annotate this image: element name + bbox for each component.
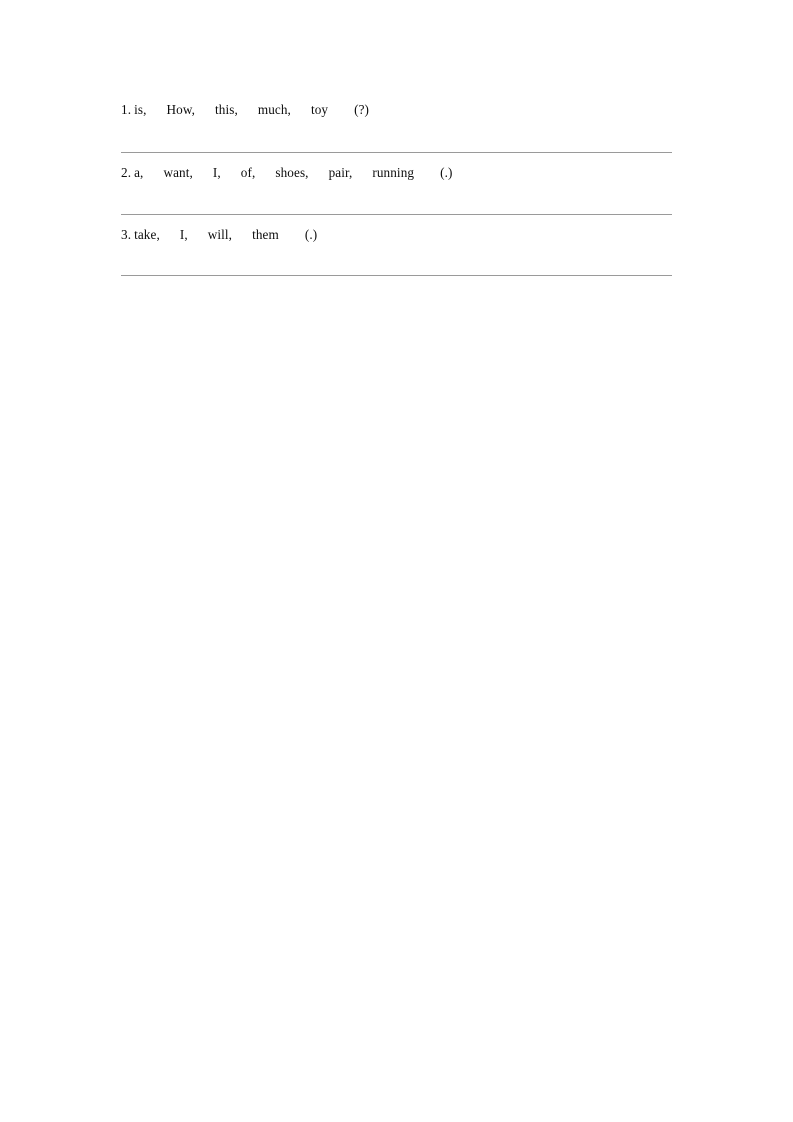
word-token: toy bbox=[310, 102, 329, 117]
exercise-prompt-1: 1. is, How, this, much, toy (?) bbox=[121, 101, 672, 118]
punctuation-hint: (.) bbox=[304, 227, 318, 242]
worksheet-page: 1. is, How, this, much, toy (?) 2. a, want, I, of,… bbox=[0, 0, 793, 1122]
word-token: them bbox=[252, 227, 279, 242]
item-number: 1. bbox=[121, 102, 132, 117]
punctuation-hint: (?) bbox=[354, 102, 370, 117]
word-token: this, bbox=[214, 102, 238, 117]
word-token: running bbox=[372, 165, 415, 180]
word-token: will, bbox=[207, 227, 233, 242]
answer-line-1[interactable] bbox=[121, 152, 672, 153]
answer-line-2[interactable] bbox=[121, 214, 672, 215]
word-token: is, bbox=[134, 102, 147, 117]
word-token: take, bbox=[134, 227, 160, 242]
item-number: 2. bbox=[121, 165, 132, 180]
word-token: How, bbox=[166, 102, 195, 117]
word-token: pair, bbox=[328, 165, 353, 180]
exercise-prompt-3: 3. take, I, will, them (.) bbox=[121, 226, 672, 243]
word-token: shoes, bbox=[275, 165, 309, 180]
exercise-prompt-2: 2. a, want, I, of, shoes, pair, running (.) bbox=[121, 164, 672, 181]
punctuation-hint: (.) bbox=[440, 165, 453, 180]
exercise-item-2: 2. a, want, I, of, shoes, pair, running (.) bbox=[121, 164, 672, 215]
word-token: I, bbox=[212, 165, 221, 180]
answer-line-3[interactable] bbox=[121, 275, 672, 276]
word-token: I, bbox=[179, 227, 188, 242]
exercise-item-1: 1. is, How, this, much, toy (?) bbox=[121, 101, 672, 153]
word-token: of, bbox=[240, 165, 256, 180]
word-token: a, bbox=[134, 165, 144, 180]
item-number: 3. bbox=[121, 227, 132, 242]
word-token: want, bbox=[163, 165, 193, 180]
word-token: much, bbox=[257, 102, 291, 117]
exercise-item-3: 3. take, I, will, them (.) bbox=[121, 226, 672, 276]
